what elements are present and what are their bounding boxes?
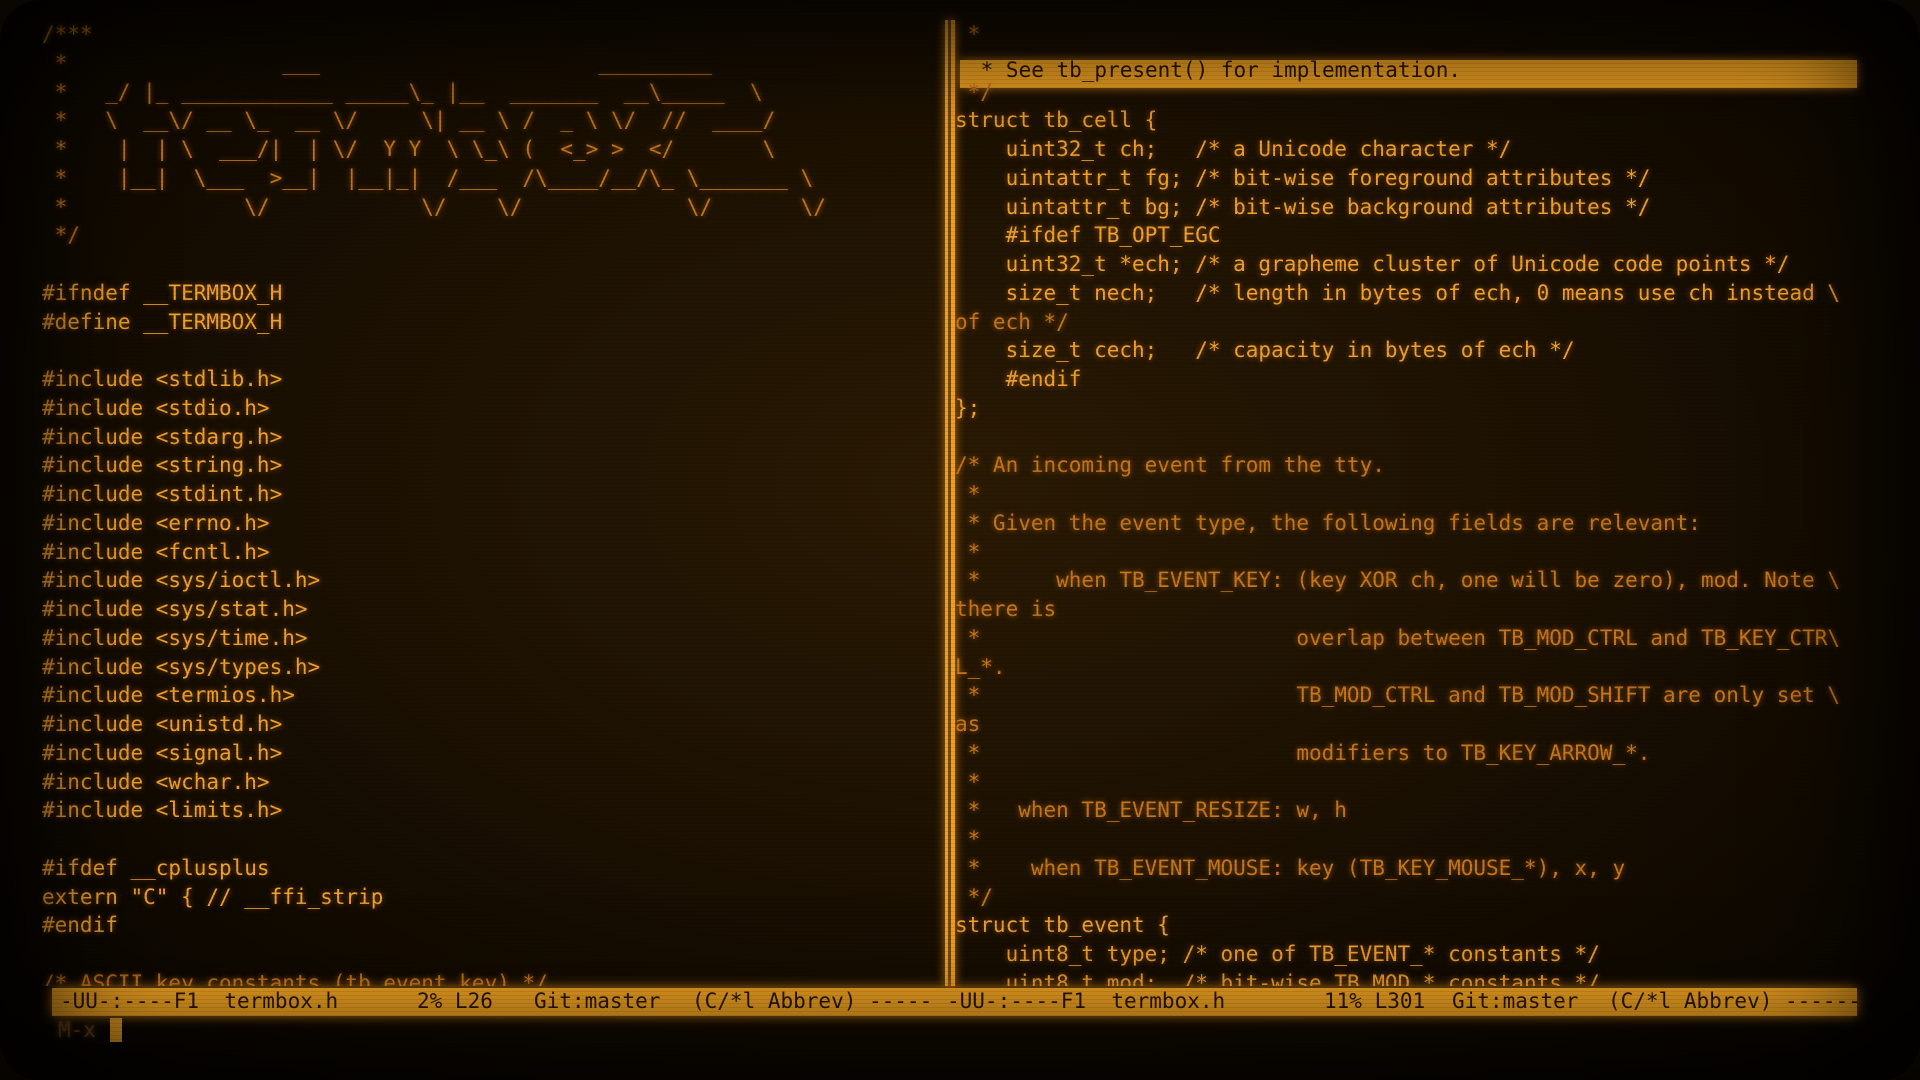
right-buffer-position: 11% L301 [1324,989,1426,1013]
crt-screen: /*** * ___ _________ * _/ |_ ___________… [0,0,1920,1080]
code-line[interactable]: #include <stdarg.h> [42,423,932,452]
code-line[interactable]: */ [955,78,1875,107]
code-line[interactable]: #include <sys/time.h> [42,624,932,653]
code-line[interactable]: }; [955,394,1875,423]
code-line[interactable]: /*** [42,20,932,49]
code-line[interactable] [42,336,932,365]
code-line[interactable]: #include <fcntl.h> [42,538,932,567]
left-buffer-status[interactable]: -UU-:----F1 termbox.h [60,987,338,1016]
code-line[interactable]: */ [955,883,1875,912]
code-line[interactable]: #include <sys/types.h> [42,653,932,682]
code-line[interactable]: uint8_t type; /* one of TB_EVENT_* const… [955,940,1875,969]
code-line[interactable]: * TB_MOD_CTRL and TB_MOD_SHIFT are only … [955,681,1875,710]
code-line[interactable]: size_t cech; /* capacity in bytes of ech… [955,336,1875,365]
code-line[interactable]: * [955,20,1875,49]
right-buffer-status[interactable]: -UU-:----F1 termbox.h [947,987,1225,1016]
minibuffer-prompt[interactable]: M-x [58,1016,96,1045]
code-line[interactable]: #ifdef __cplusplus [42,854,932,883]
code-line[interactable]: #include <wchar.h> [42,768,932,797]
code-line[interactable]: * [955,768,1875,797]
code-line[interactable]: * when TB_EVENT_KEY: (key XOR ch, one wi… [955,566,1875,595]
code-line[interactable]: */ [42,221,932,250]
code-line[interactable]: #include <stdio.h> [42,394,932,423]
code-line[interactable]: #include <signal.h> [42,739,932,768]
code-line[interactable]: #ifndef __TERMBOX_H [42,279,932,308]
left-buffer-position: 2% L26 [417,989,493,1013]
code-line[interactable]: uintattr_t bg; /* bit-wise background at… [955,193,1875,222]
code-line[interactable]: * \ __\/ __ \_ __ \/ \| __ \ / _ \ \/ //… [42,106,932,135]
code-line[interactable]: * overlap between TB_MOD_CTRL and TB_KEY… [955,624,1875,653]
code-line[interactable]: * modifiers to TB_KEY_ARROW_*. [955,739,1875,768]
code-line[interactable]: * |__| \___ >__| |__|_| /___ /\____/__/\… [42,164,932,193]
left-major-mode[interactable]: (C/*l Abbrev) ----- [692,987,932,1016]
code-line[interactable]: there is [955,595,1875,624]
code-line[interactable]: /* An incoming event from the tty. [955,451,1875,480]
code-line[interactable] [42,250,932,279]
code-line[interactable]: * when TB_EVENT_RESIZE: w, h [955,796,1875,825]
right-editor-pane[interactable]: * */struct tb_cell { uint32_t ch; /* a U… [955,20,1875,986]
vertical-window-divider[interactable] [945,20,955,986]
code-line[interactable]: extern "C" { // __ffi_strip [42,883,932,912]
code-line[interactable]: * [955,480,1875,509]
code-line[interactable]: L_*. [955,653,1875,682]
code-line[interactable]: #define __TERMBOX_H [42,308,932,337]
code-line[interactable]: #include <errno.h> [42,509,932,538]
code-line[interactable] [955,423,1875,452]
code-line[interactable]: struct tb_event { [955,911,1875,940]
mode-line: -UU-:----F1 termbox.h 2% L26 Git:master … [52,987,1861,1016]
code-line[interactable]: #include <termios.h> [42,681,932,710]
code-line[interactable]: * [955,825,1875,854]
code-line[interactable]: of ech */ [955,308,1875,337]
code-line[interactable]: size_t nech; /* length in bytes of ech, … [955,279,1875,308]
text-cursor [110,1018,122,1042]
code-line[interactable]: #ifdef TB_OPT_EGC [955,221,1875,250]
code-line[interactable]: #include <limits.h> [42,796,932,825]
code-line[interactable]: #include <unistd.h> [42,710,932,739]
code-line[interactable]: * Given the event type, the following fi… [955,509,1875,538]
code-line[interactable]: uint32_t *ech; /* a grapheme cluster of … [955,250,1875,279]
code-line[interactable]: * \/ \/ \/ \/ \/ [42,193,932,222]
code-line[interactable]: as [955,710,1875,739]
left-editor-pane[interactable]: /*** * ___ _________ * _/ |_ ___________… [42,20,932,986]
code-line[interactable]: * ___ _________ [42,49,932,78]
left-git-branch[interactable]: Git:master [534,987,660,1016]
code-line[interactable]: struct tb_cell { [955,106,1875,135]
code-line[interactable]: #include <stdint.h> [42,480,932,509]
code-line[interactable] [42,825,932,854]
code-line[interactable]: * _/ |_ ____________ _____\_ |__ _______… [42,78,932,107]
code-line[interactable]: * [955,538,1875,567]
code-line[interactable] [42,940,932,969]
code-line[interactable]: #endif [955,365,1875,394]
code-line[interactable]: #endif [42,911,932,940]
right-major-mode[interactable]: (C/*l Abbrev) ------ [1608,987,1861,1016]
code-line[interactable]: #include <sys/ioctl.h> [42,566,932,595]
code-line[interactable]: * when TB_EVENT_MOUSE: key (TB_KEY_MOUSE… [955,854,1875,883]
code-line[interactable]: #include <string.h> [42,451,932,480]
code-line[interactable]: uint8_t mod; /* bit-wise TB_MOD_* consta… [955,969,1875,986]
code-line[interactable]: /* ASCII key constants (tb_event.key) */ [42,969,932,986]
code-line[interactable] [955,49,1875,78]
code-line[interactable]: * | | \ ___/| | \/ Y Y \ \_\ ( <_> > </ … [42,135,932,164]
code-line[interactable]: #include <sys/stat.h> [42,595,932,624]
right-git-branch[interactable]: Git:master [1452,987,1578,1016]
code-line[interactable]: #include <stdlib.h> [42,365,932,394]
code-line[interactable]: uint32_t ch; /* a Unicode character */ [955,135,1875,164]
code-line[interactable]: uintattr_t fg; /* bit-wise foreground at… [955,164,1875,193]
